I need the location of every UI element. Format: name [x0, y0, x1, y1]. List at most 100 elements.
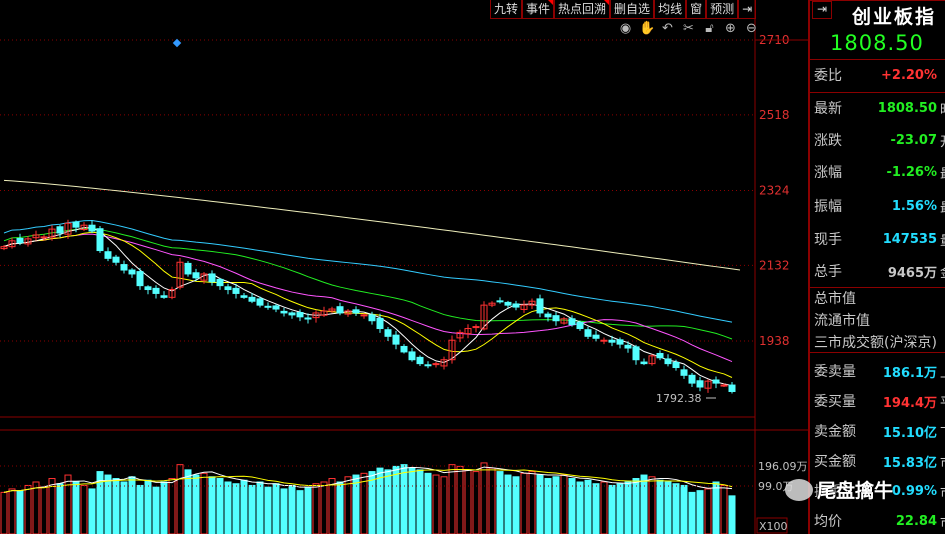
volume-bar: [544, 478, 552, 534]
volume-bar: [208, 476, 216, 534]
volume-bar: [176, 464, 184, 534]
volume-bar: [424, 472, 432, 534]
candle-body: [608, 339, 616, 343]
volume-bar: [512, 476, 520, 534]
volume-bar: [624, 481, 632, 534]
price-tick-label: 2132: [759, 258, 790, 272]
tab-moving-average[interactable]: 均线: [654, 0, 687, 18]
price-tick-label: 2518: [759, 108, 790, 122]
volume-bar: [528, 471, 536, 534]
lock-icon[interactable]: 🔓︎: [702, 21, 717, 36]
volume-bar: [144, 479, 152, 534]
tab-window[interactable]: 窗: [686, 0, 707, 18]
chart-tools: ◉ ✋ ↶ ✂ 🔓︎ ⊕ ⊖: [618, 21, 759, 36]
volume-bar: [696, 490, 704, 534]
hand-icon[interactable]: ✋: [639, 21, 655, 36]
volume-bar: [216, 478, 224, 534]
quote-label: 委买量: [814, 394, 856, 410]
volume-bar: [472, 471, 480, 534]
quote-value: 22.84: [895, 513, 937, 529]
volume-bar: [536, 474, 544, 534]
quote-label: 均价: [814, 514, 842, 530]
volume-bar: [728, 495, 736, 534]
candle-body: [392, 334, 400, 345]
volume-bar: [296, 490, 304, 534]
candle-body: [40, 236, 48, 239]
quote-value: 186.1万: [882, 365, 937, 381]
candle-body: [224, 286, 232, 291]
quote-tail: 最: [940, 197, 945, 216]
volume-bar: [640, 474, 648, 534]
expand-icon[interactable]: ⇥: [738, 0, 757, 18]
divider: [810, 287, 945, 288]
volume-bar: [560, 474, 568, 534]
volume-bar: [616, 483, 624, 534]
tab-jiuzhuan[interactable]: 九转: [490, 0, 523, 18]
candle-body: [56, 226, 64, 234]
tab-hotspot-review[interactable]: 热点回溯: [554, 0, 611, 18]
quote-label: 委比: [814, 68, 842, 84]
quote-tail: 量: [940, 230, 945, 249]
quote-label: 买金额: [814, 454, 856, 470]
volume-bar: [344, 476, 352, 534]
eye-icon[interactable]: ◉: [618, 21, 633, 36]
quote-value: 147535: [882, 231, 937, 247]
volume-bar: [104, 474, 112, 534]
candle-body: [232, 287, 240, 294]
volume-bar: [256, 481, 264, 534]
candle-body: [352, 309, 360, 314]
quote-label: 总市值: [814, 291, 856, 307]
candle-body: [280, 310, 288, 314]
undo-icon[interactable]: ↶: [660, 21, 675, 36]
quote-value: 1.56%: [891, 198, 937, 214]
candle-body: [216, 278, 224, 287]
candle-body: [544, 313, 552, 318]
zoom-out-icon[interactable]: ⊖: [744, 21, 759, 36]
volume-bar: [688, 491, 696, 534]
candle-body: [304, 317, 312, 320]
volume-bar: [264, 486, 272, 534]
candle-body: [432, 363, 440, 366]
candle-body: [88, 224, 96, 232]
tab-forecast[interactable]: 预测: [706, 0, 739, 18]
chart-toolbar: 九转 事件 热点回溯 删自选 均线 窗 预测 ⇥: [490, 0, 757, 19]
volume-bar: [16, 490, 24, 534]
quote-row: 委卖量 186.1万上: [814, 360, 945, 382]
volume-unit-label: X100: [759, 520, 788, 533]
quote-tail: 市: [940, 512, 945, 531]
quote-row: 涨跌 -23.07开: [814, 129, 945, 151]
quote-label: 总手: [814, 264, 842, 280]
quote-row: 涨幅 -1.26%最: [814, 161, 945, 183]
tab-events[interactable]: 事件: [522, 0, 555, 18]
candle-body: [496, 300, 504, 303]
volume-bar: [8, 488, 16, 534]
remove-watchlist-button[interactable]: 删自选: [610, 0, 655, 18]
volume-bar: [64, 474, 72, 534]
candle-body: [728, 384, 736, 392]
quote-row: 三市成交额(沪深京): [814, 331, 945, 353]
quote-tail: 开: [940, 131, 945, 150]
candle-body: [416, 356, 424, 365]
volume-bar: [168, 478, 176, 534]
watermark-text: 尾盘擒牛: [817, 480, 894, 502]
quote-panel: ⇥ 创业板指 1808.50 委比+2.20%最新1808.50昨涨跌-23.0…: [808, 0, 945, 534]
divider: [810, 0, 945, 1]
candle-body: [568, 318, 576, 326]
volume-bar: [112, 478, 120, 534]
volume-bar: [584, 479, 592, 534]
volume-bar: [648, 476, 656, 534]
scissors-icon[interactable]: ✂: [681, 21, 696, 36]
volume-bar: [184, 469, 192, 534]
volume-bar: [120, 481, 128, 534]
candle-body: [592, 334, 600, 339]
quote-label: 涨跌: [814, 133, 842, 149]
volume-bar: [336, 481, 344, 534]
wechat-icon: [785, 478, 813, 501]
zoom-in-icon[interactable]: ⊕: [723, 21, 738, 36]
volume-bar: [392, 465, 400, 534]
quote-row: 振幅 1.56%最: [814, 195, 945, 217]
candle-body: [120, 264, 128, 271]
candlestick-chart[interactable]: 271025182324213219381792.38196.09万99.0万X…: [0, 0, 808, 534]
candle-body: [264, 305, 272, 308]
collapse-panel-icon[interactable]: ⇥: [812, 1, 832, 19]
